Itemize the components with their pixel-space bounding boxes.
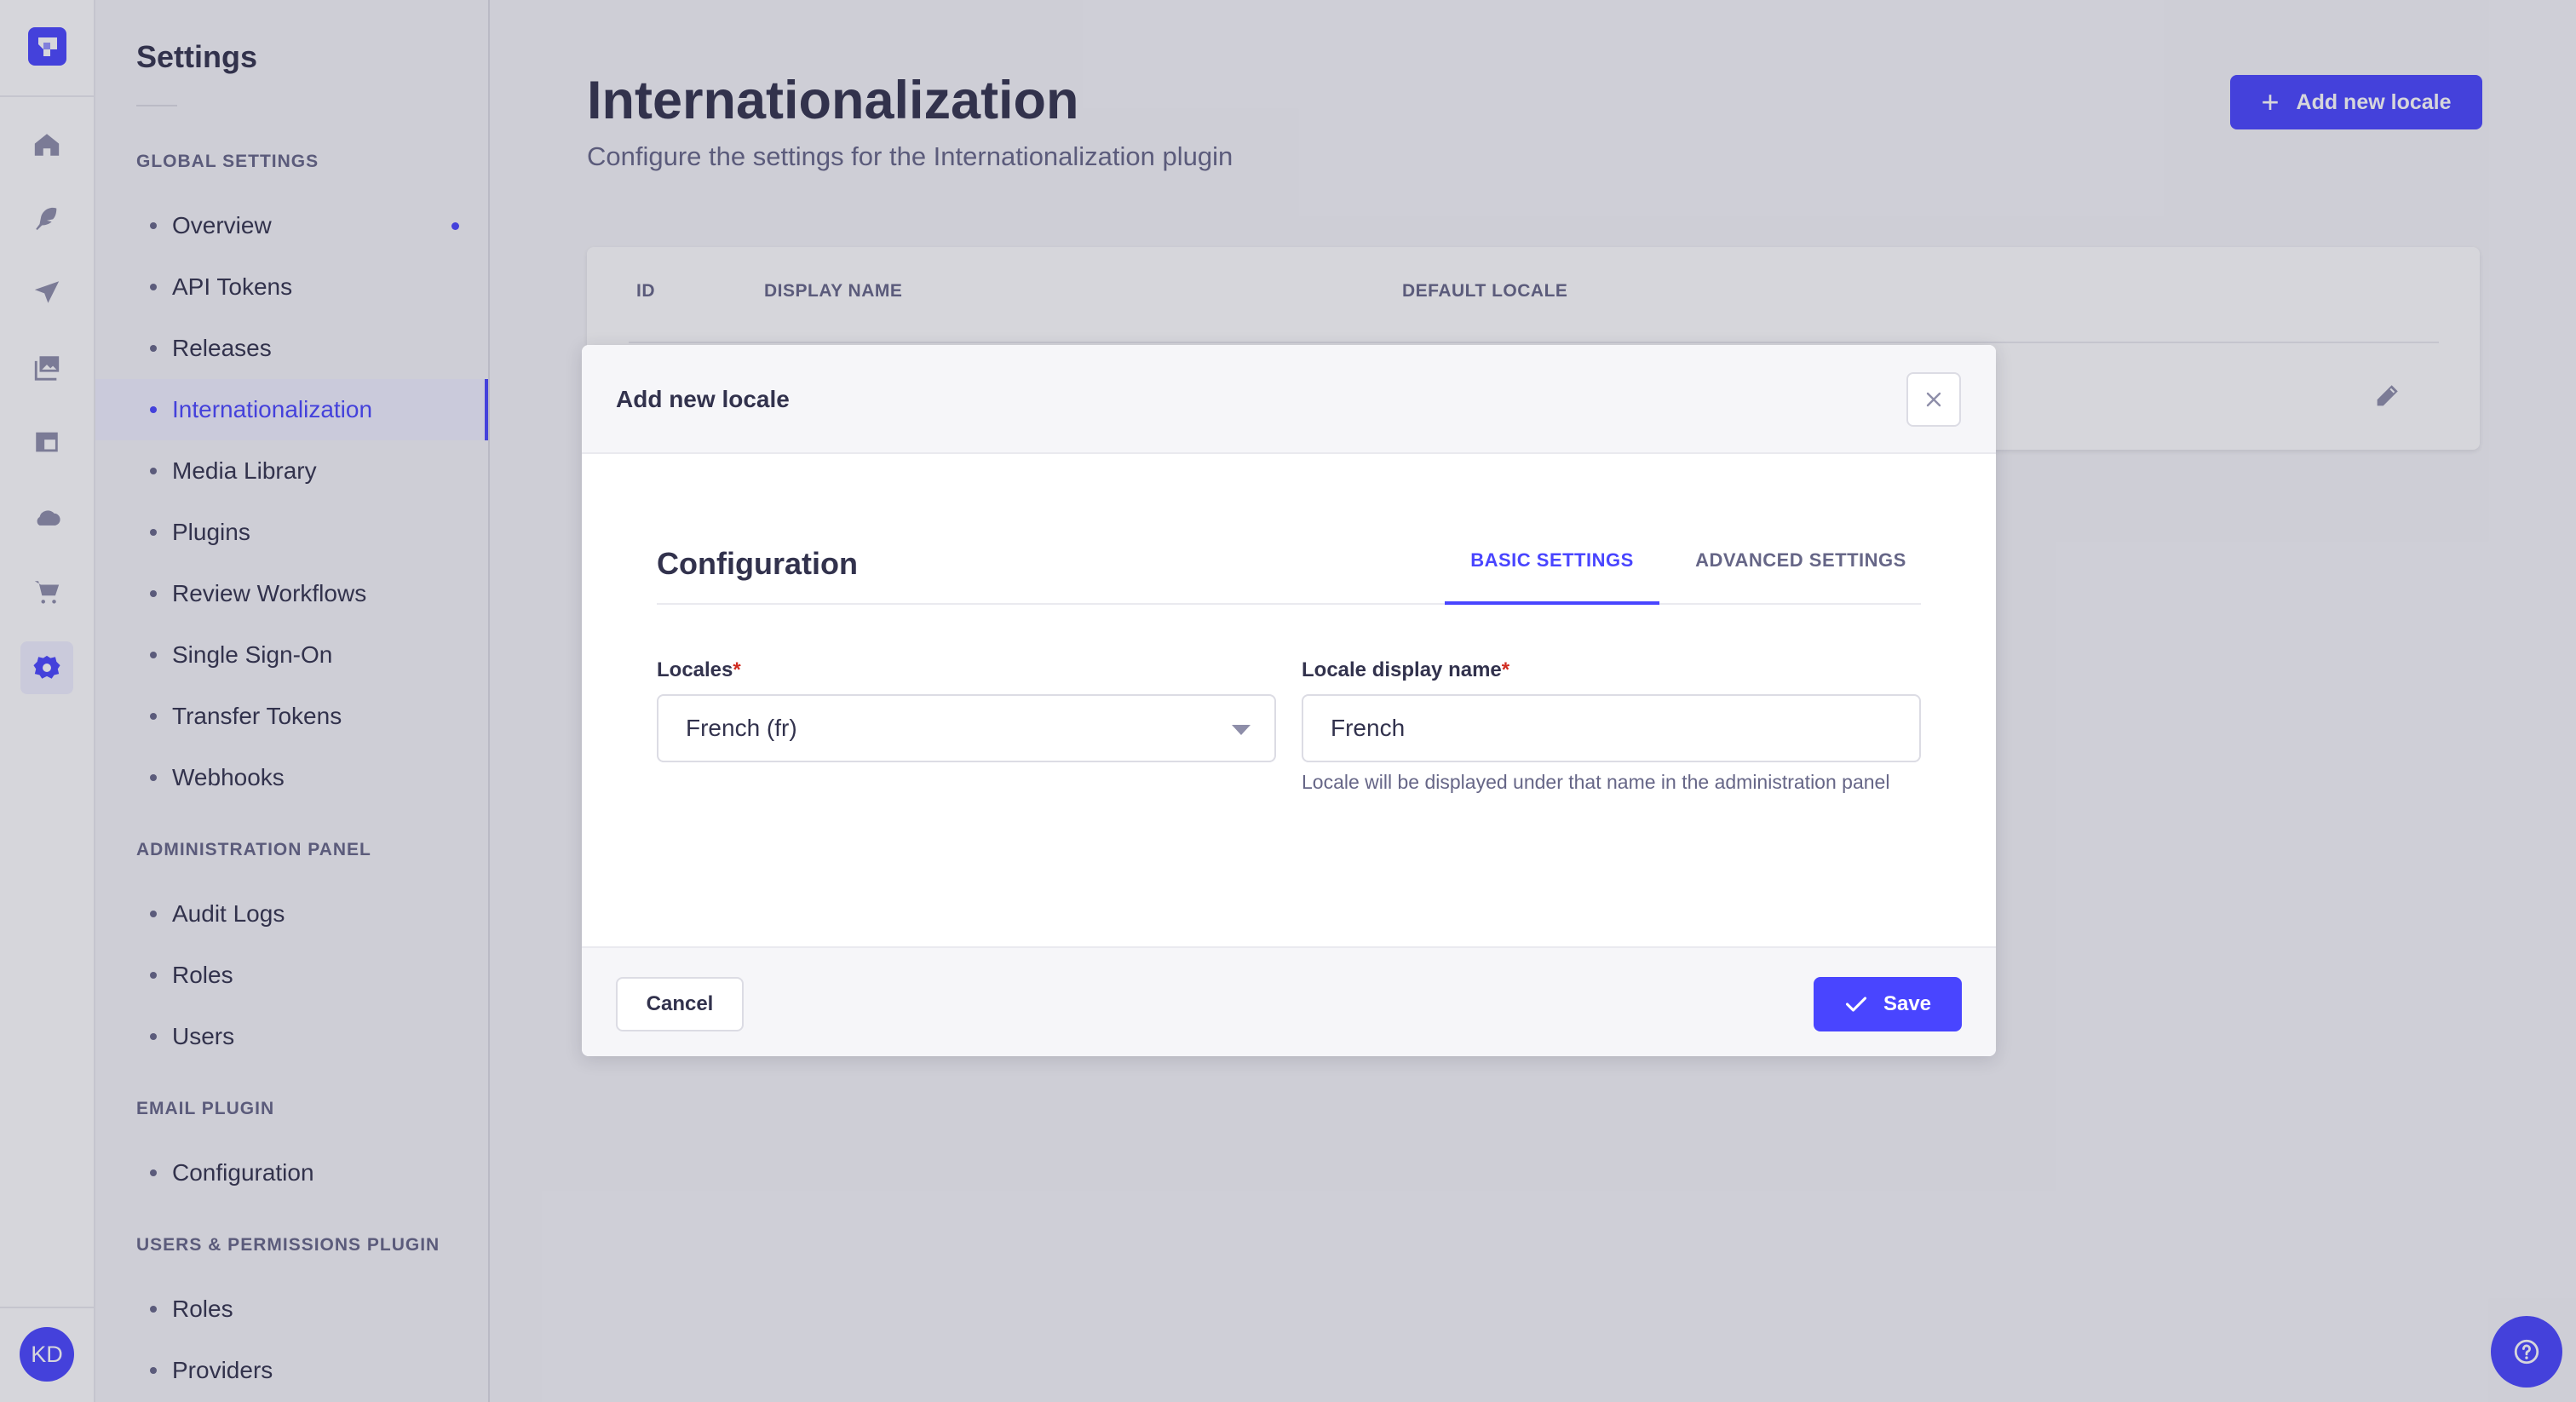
add-locale-modal: Add new locale Configuration BASIC SETTI… [582, 345, 1996, 1056]
display-name-label-text: Locale display name [1302, 658, 1502, 681]
locales-select[interactable]: French (fr) [657, 694, 1276, 762]
caret-down-icon [1232, 725, 1251, 735]
cancel-button[interactable]: Cancel [616, 977, 744, 1031]
modal-footer: Cancel Save [582, 946, 1996, 1056]
display-name-hint: Locale will be displayed under that name… [1302, 771, 1890, 793]
locales-label: Locales* [657, 658, 741, 682]
required-mark: * [733, 658, 741, 681]
configuration-heading: Configuration [657, 546, 858, 581]
modal-title: Add new locale [616, 386, 790, 412]
save-button[interactable]: Save [1814, 977, 1962, 1031]
save-label: Save [1883, 992, 1932, 1015]
close-button[interactable] [1906, 372, 1961, 427]
required-mark: * [1501, 658, 1510, 681]
locales-select-value: French (fr) [686, 715, 797, 741]
locale-display-name-input[interactable] [1302, 694, 1921, 762]
close-icon [1926, 392, 1941, 407]
modal-header: Add new locale [582, 345, 1996, 454]
locale-display-name-label: Locale display name* [1302, 658, 1509, 682]
check-icon [1845, 997, 1866, 1012]
tab-basic-settings[interactable]: BASIC SETTINGS [1445, 549, 1659, 605]
tab-advanced-settings[interactable]: ADVANCED SETTINGS [1681, 549, 1921, 605]
locales-label-text: Locales [657, 658, 733, 681]
